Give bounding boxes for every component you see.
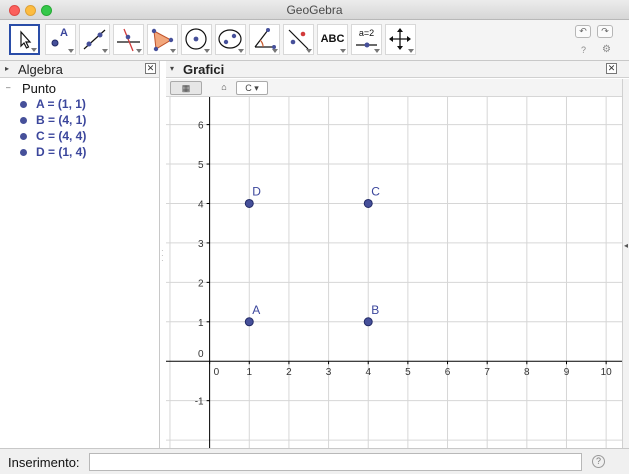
point-label-c: C	[371, 184, 380, 198]
input-bar: Inserimento: ?	[0, 448, 629, 474]
x-tick-label: 6	[445, 367, 451, 378]
y-tick-label: 4	[198, 199, 204, 210]
x-tick-label: 2	[286, 367, 292, 378]
algebra-category: Punto	[22, 81, 56, 96]
y-tick-label: 2	[198, 278, 204, 289]
undo-button[interactable]: ↶	[575, 25, 591, 38]
tool-menu-indicator	[238, 49, 244, 53]
algebra-item-text: C = (4, 4)	[36, 129, 87, 143]
origin-label: 0	[198, 349, 204, 360]
tool-reflect[interactable]	[283, 24, 314, 55]
undo-icon: ↶	[579, 26, 587, 36]
side-panel-handle[interactable]: ◂	[622, 79, 629, 448]
home-icon: ⌂	[221, 82, 227, 92]
visibility-toggle-icon[interactable]	[20, 133, 27, 140]
tool-new-point[interactable]: A	[45, 24, 76, 55]
tool-angle[interactable]	[249, 24, 280, 55]
x-tick-label: 0	[214, 367, 220, 378]
collapse-algebra-icon[interactable]: ▸	[5, 64, 9, 73]
point-capture-dropdown[interactable]: C ▾	[236, 81, 268, 95]
tool-slider[interactable]: a=2	[351, 24, 382, 55]
axes-grid-toggle[interactable]: ▦	[170, 81, 202, 95]
tool-menu-indicator	[136, 49, 142, 53]
tool-menu-indicator	[408, 49, 414, 53]
grid-icon: ▦	[181, 83, 191, 93]
tool-point-label: A	[60, 27, 68, 39]
x-tick-label: 3	[326, 367, 332, 378]
point-b[interactable]	[363, 317, 373, 327]
graphics-panel-header: ▾ Grafici ✕	[166, 61, 629, 78]
chevron-down-icon: ▾	[251, 83, 259, 93]
point-c[interactable]	[363, 198, 373, 208]
algebra-item-text: B = (4, 1)	[36, 113, 87, 127]
command-input[interactable]	[89, 453, 582, 471]
gear-icon[interactable]: ⚙	[602, 44, 611, 55]
panel-splitter[interactable]: · · ·	[161, 247, 165, 265]
x-tick-label: 4	[365, 367, 371, 378]
tool-menu-indicator	[102, 49, 108, 53]
tool-menu-indicator	[68, 49, 74, 53]
y-tick-label: 1	[198, 318, 204, 329]
tool-line[interactable]	[79, 24, 110, 55]
redo-icon: ↷	[601, 26, 609, 36]
tool-polygon[interactable]	[147, 24, 178, 55]
tool-menu-indicator	[306, 49, 312, 53]
graphics-view[interactable]: 0 1 2 3 4 5 6 7 8 9 10 -1 1 2 3 4 5 6 0 A B C D	[166, 97, 622, 448]
algebra-panel-title: Algebra	[18, 62, 63, 77]
visibility-toggle-icon[interactable]	[20, 149, 27, 156]
point-d[interactable]	[244, 198, 254, 208]
y-tick-label: -1	[195, 397, 204, 408]
input-help-icon[interactable]: ?	[592, 455, 605, 468]
tool-menu-indicator	[31, 48, 37, 52]
text-tool-icon: ABC	[320, 33, 345, 45]
x-tick-label: 9	[564, 367, 570, 378]
close-algebra-button[interactable]: ✕	[145, 63, 156, 74]
home-view-button[interactable]: ⌂	[217, 81, 231, 95]
tool-ellipse[interactable]	[215, 24, 246, 55]
x-tick-label: 8	[524, 367, 530, 378]
coordinate-plane[interactable]: 0 1 2 3 4 5 6 7 8 9 10 -1 1 2 3 4 5 6 0 A B C D	[166, 97, 622, 448]
tool-menu-indicator	[204, 49, 210, 53]
algebra-item-text: A = (1, 1)	[36, 97, 86, 111]
graphics-panel-title: Grafici	[183, 62, 225, 77]
algebra-panel-header: ▸ Algebra ✕	[0, 61, 160, 78]
x-tick-label: 5	[405, 367, 411, 378]
visibility-toggle-icon[interactable]	[20, 117, 27, 124]
point-label-b: B	[371, 303, 379, 317]
y-tick-label: 6	[198, 121, 204, 132]
y-tick-label: 3	[198, 239, 204, 250]
visibility-toggle-icon[interactable]	[20, 101, 27, 108]
expand-side-icon[interactable]: ◂	[624, 241, 628, 250]
collapse-graphics-icon[interactable]: ▾	[170, 64, 174, 73]
y-tick-label: 5	[198, 160, 204, 171]
algebra-view: – Punto A = (1, 1) B = (4, 1) C = (4, 4)…	[0, 78, 160, 448]
point-label-a: A	[252, 303, 260, 317]
tool-perpendicular[interactable]	[113, 24, 144, 55]
category-expand-icon[interactable]: –	[6, 83, 10, 92]
tool-move[interactable]	[9, 24, 40, 55]
point-label-d: D	[252, 184, 261, 198]
x-tick-label: 1	[246, 367, 252, 378]
main-toolbar: A ABC a=2 ↶ ↷ ? ⚙	[0, 20, 629, 61]
x-tick-label: 10	[601, 367, 613, 378]
window-title: GeoGebra	[286, 3, 343, 17]
input-label: Inserimento:	[8, 455, 80, 470]
tool-move-graphics[interactable]	[385, 24, 416, 55]
tool-menu-indicator	[374, 49, 380, 53]
close-graphics-button[interactable]: ✕	[606, 63, 617, 74]
point-a[interactable]	[244, 317, 254, 327]
help-icon[interactable]: ?	[581, 45, 586, 55]
algebra-item-text: D = (1, 4)	[36, 145, 87, 159]
tool-menu-indicator	[272, 49, 278, 53]
window-titlebar: GeoGebra	[0, 0, 629, 20]
x-tick-label: 7	[484, 367, 490, 378]
tool-menu-indicator	[340, 49, 346, 53]
tool-text[interactable]: ABC	[317, 24, 348, 55]
graphics-style-bar: ▦ ⌂ C ▾	[166, 79, 622, 97]
tool-circle[interactable]	[181, 24, 212, 55]
tool-menu-indicator	[170, 49, 176, 53]
redo-button[interactable]: ↷	[597, 25, 613, 38]
